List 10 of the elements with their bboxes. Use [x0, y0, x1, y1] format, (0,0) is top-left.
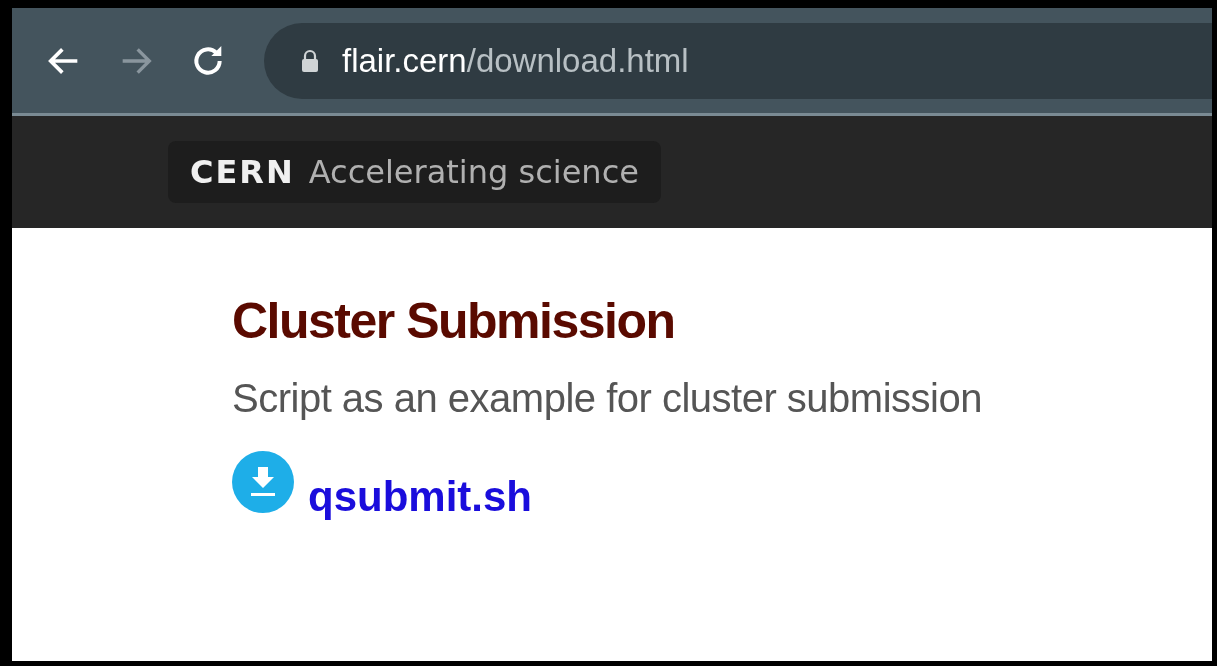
section-description: Script as an example for cluster submission: [232, 376, 983, 421]
download-icon[interactable]: [232, 451, 294, 513]
download-link[interactable]: qsubmit.sh: [308, 473, 532, 521]
lock-icon: [300, 48, 320, 73]
url-text: flair.cern/download.html: [342, 41, 689, 80]
brand-name: CERN: [190, 153, 295, 191]
site-banner[interactable]: CERN Accelerating science: [168, 141, 661, 203]
section-title: Cluster Submission: [232, 292, 676, 350]
address-bar[interactable]: flair.cern/download.html: [264, 22, 1212, 99]
tagline: Accelerating science: [308, 153, 639, 191]
